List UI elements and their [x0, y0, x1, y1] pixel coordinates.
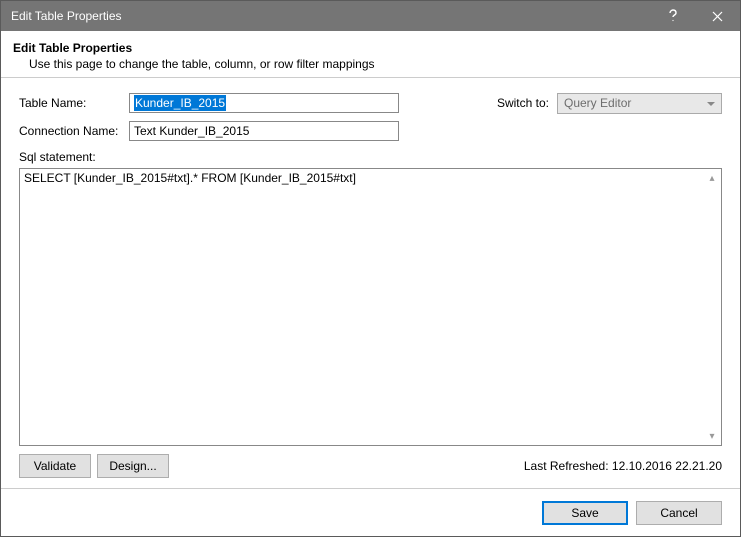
connection-name-row: Connection Name: Text Kunder_IB_2015 [19, 120, 722, 142]
cancel-button[interactable]: Cancel [636, 501, 722, 525]
dialog-window: Edit Table Properties Edit Table Propert… [0, 0, 741, 537]
table-name-value: Kunder_IB_2015 [134, 95, 226, 111]
below-sql-row: Validate Design... Last Refreshed: 12.10… [19, 454, 722, 478]
dialog-footer: Save Cancel [1, 488, 740, 536]
sql-content: SELECT [Kunder_IB_2015#txt].* FROM [Kund… [24, 171, 356, 185]
header: Edit Table Properties Use this page to c… [1, 31, 740, 78]
scroll-down-icon[interactable]: ▾ [704, 428, 720, 444]
connection-name-value: Text Kunder_IB_2015 [134, 124, 249, 138]
page-title: Edit Table Properties [13, 41, 720, 55]
table-name-input[interactable]: Kunder_IB_2015 [129, 93, 399, 113]
last-refreshed-text: Last Refreshed: 12.10.2016 22.21.20 [524, 459, 722, 473]
connection-name-input[interactable]: Text Kunder_IB_2015 [129, 121, 399, 141]
help-button[interactable] [650, 1, 695, 31]
table-name-row: Table Name: Kunder_IB_2015 Switch to: Qu… [19, 92, 722, 114]
save-button[interactable]: Save [542, 501, 628, 525]
window-title: Edit Table Properties [11, 9, 650, 23]
switch-to-label: Switch to: [497, 96, 549, 110]
close-button[interactable] [695, 1, 740, 31]
design-button[interactable]: Design... [97, 454, 169, 478]
connection-name-label: Connection Name: [19, 124, 129, 138]
switch-to-value: Query Editor [564, 96, 631, 110]
page-subtitle: Use this page to change the table, colum… [29, 57, 720, 71]
sql-textarea[interactable]: SELECT [Kunder_IB_2015#txt].* FROM [Kund… [19, 168, 722, 446]
titlebar: Edit Table Properties [1, 1, 740, 31]
table-name-label: Table Name: [19, 96, 129, 110]
validate-button[interactable]: Validate [19, 454, 91, 478]
switch-to-select[interactable]: Query Editor [557, 93, 722, 114]
switch-to-group: Switch to: Query Editor [497, 93, 722, 114]
scroll-up-icon[interactable]: ▴ [704, 170, 720, 186]
dialog-body: Table Name: Kunder_IB_2015 Switch to: Qu… [1, 78, 740, 488]
sql-label: Sql statement: [19, 150, 722, 164]
